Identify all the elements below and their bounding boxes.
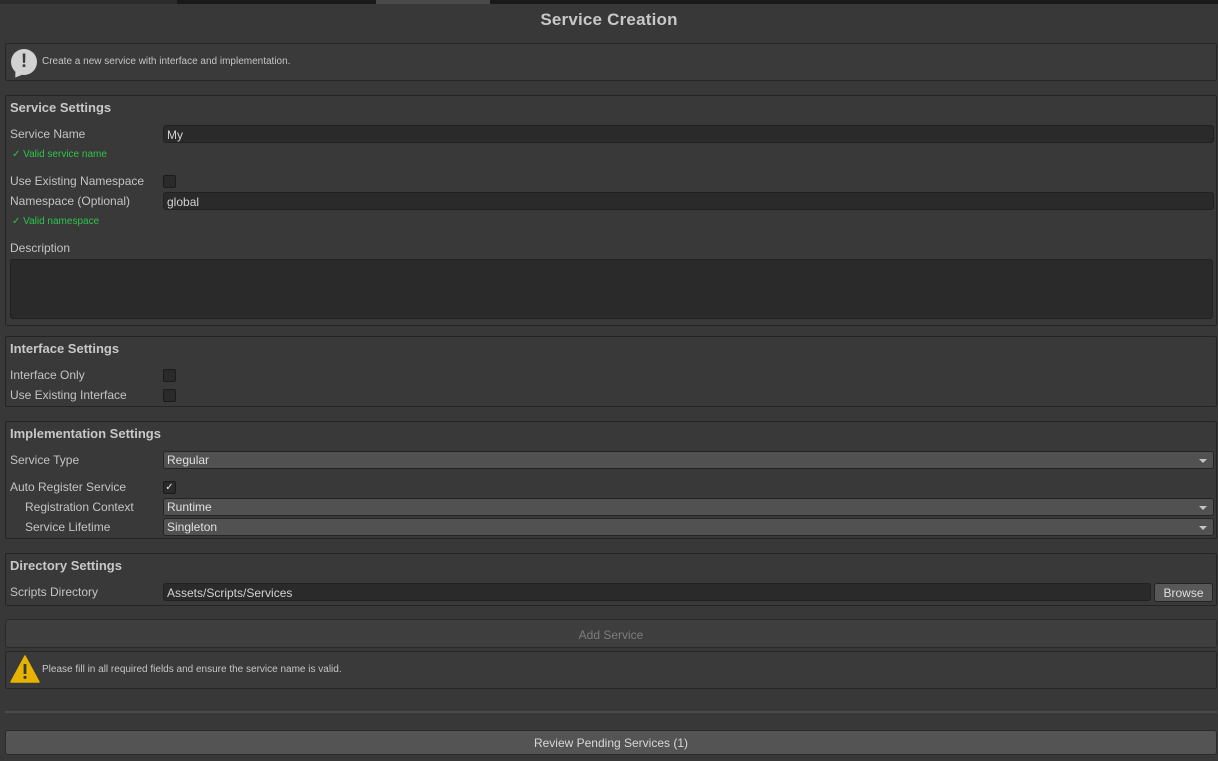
chevron-down-icon	[1199, 526, 1207, 530]
warning-icon	[10, 655, 40, 683]
info-icon: !	[11, 49, 37, 75]
window-tab-strip	[0, 0, 1218, 4]
scripts-directory-input[interactable]: Assets/Scripts/Services	[163, 583, 1151, 601]
chevron-down-icon	[1199, 506, 1207, 510]
browse-button[interactable]: Browse	[1154, 583, 1213, 602]
namespace-label: Namespace (Optional)	[10, 194, 131, 208]
section-heading: Implementation Settings	[10, 426, 161, 441]
info-message: Create a new service with interface and …	[42, 56, 291, 67]
service-type-label: Service Type	[10, 453, 80, 467]
interface-settings-section: Interface Settings Interface Only Use Ex…	[5, 336, 1217, 407]
namespace-input[interactable]: global	[163, 192, 1214, 210]
auto-register-label: Auto Register Service	[10, 480, 127, 494]
implementation-settings-section: Implementation Settings Service Type Reg…	[5, 421, 1217, 539]
use-existing-interface-checkbox[interactable]	[163, 389, 176, 402]
service-lifetime-value: Singleton	[167, 520, 218, 534]
section-heading: Directory Settings	[10, 558, 122, 573]
service-settings-section: Service Settings Service Name My ✓ Valid…	[5, 95, 1217, 326]
service-type-dropdown[interactable]: Regular	[163, 451, 1214, 469]
window-tab[interactable]	[0, 0, 177, 4]
info-helpbox: ! Create a new service with interface an…	[5, 43, 1217, 81]
interface-only-checkbox[interactable]	[163, 369, 176, 382]
warning-message: Please fill in all required fields and e…	[42, 664, 342, 675]
use-existing-namespace-checkbox[interactable]	[163, 175, 176, 188]
add-service-button[interactable]: Add Service	[5, 619, 1217, 648]
warning-helpbox: Please fill in all required fields and e…	[5, 651, 1217, 689]
registration-context-label: Registration Context	[25, 500, 134, 514]
separator	[5, 711, 1217, 713]
scripts-directory-label: Scripts Directory	[10, 585, 99, 599]
use-existing-interface-label: Use Existing Interface	[10, 388, 127, 402]
service-lifetime-label: Service Lifetime	[25, 520, 111, 534]
section-heading: Service Settings	[10, 100, 112, 115]
description-label: Description	[10, 241, 71, 255]
description-textarea[interactable]	[10, 259, 1213, 319]
section-heading: Interface Settings	[10, 341, 120, 356]
interface-only-label: Interface Only	[10, 368, 85, 382]
service-type-value: Regular	[167, 453, 210, 467]
service-name-label: Service Name	[10, 127, 86, 141]
review-pending-services-button[interactable]: Review Pending Services (1)	[5, 730, 1217, 755]
service-name-valid-message: ✓ Valid service name	[12, 149, 107, 160]
chevron-down-icon	[1199, 459, 1207, 463]
registration-context-value: Runtime	[167, 500, 212, 514]
service-lifetime-dropdown[interactable]: Singleton	[163, 518, 1214, 536]
directory-settings-section: Directory Settings Scripts Directory Ass…	[5, 553, 1217, 606]
window-tab-active[interactable]	[376, 0, 490, 4]
namespace-valid-message: ✓ Valid namespace	[12, 216, 100, 227]
use-existing-namespace-label: Use Existing Namespace	[10, 174, 145, 188]
service-name-input[interactable]: My	[163, 125, 1214, 143]
auto-register-checkbox[interactable]: ✓	[163, 481, 176, 494]
registration-context-dropdown[interactable]: Runtime	[163, 498, 1214, 516]
page-title: Service Creation	[540, 10, 678, 29]
